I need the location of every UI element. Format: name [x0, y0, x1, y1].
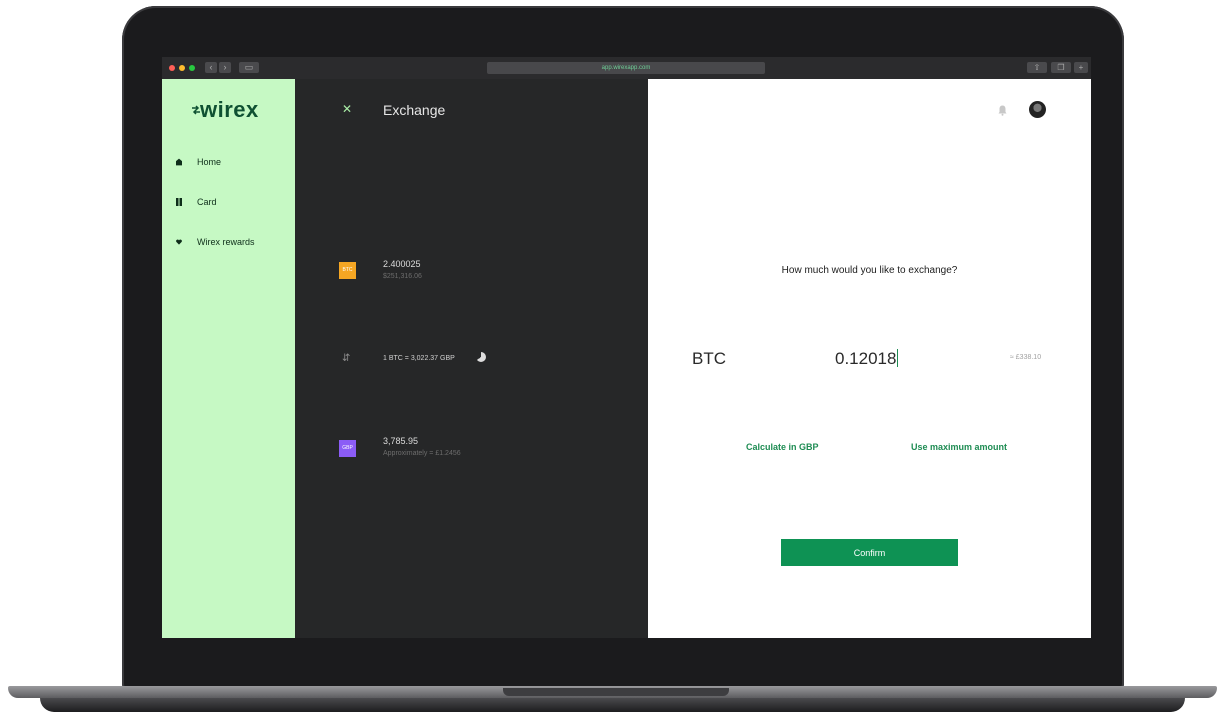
- exchange-question: How much would you like to exchange?: [781, 265, 958, 276]
- new-tab-button[interactable]: +: [1074, 62, 1088, 73]
- swap-icon[interactable]: ⇵: [342, 353, 350, 364]
- logo-arrows-icon: [192, 105, 200, 115]
- sidebar-item-label: Home: [197, 157, 222, 167]
- fiat-equivalent: ≈ £338.10: [1010, 354, 1042, 361]
- gbp-badge-label: GBP: [342, 445, 353, 451]
- avatar[interactable]: [1029, 101, 1046, 118]
- amount-value: 0.12018: [835, 349, 897, 368]
- minimize-window-button[interactable]: [179, 65, 185, 71]
- page-title: Exchange: [383, 102, 446, 118]
- laptop-hinge-notch: [503, 688, 729, 696]
- to-asset-fiat: Approximately = £1.2456: [383, 450, 461, 457]
- logo-text: wirex: [200, 97, 259, 122]
- laptop-base-bottom: [40, 698, 1185, 712]
- btc-asset-icon: BTC: [339, 262, 356, 279]
- rate-timer-icon: [476, 352, 486, 362]
- close-window-button[interactable]: [169, 65, 175, 71]
- home-icon: [176, 158, 182, 166]
- exchange-rate: 1 BTC = 3,022.37 GBP: [383, 355, 455, 362]
- currency-label[interactable]: BTC: [692, 349, 726, 369]
- sidebar-item-label: Wirex rewards: [197, 237, 255, 247]
- from-asset-fiat: $251,316.06: [383, 273, 422, 280]
- sidebar: wirex Home Card Wirex rewards: [162, 79, 295, 638]
- sidebar-item-home[interactable]: Home: [176, 155, 221, 169]
- btc-badge-label: BTC: [342, 267, 353, 273]
- to-asset-amount: 3,785.95: [383, 436, 419, 446]
- sidebar-item-rewards[interactable]: Wirex rewards: [176, 235, 255, 249]
- share-icon[interactable]: ⇧: [1027, 62, 1047, 73]
- back-button[interactable]: ‹: [205, 62, 217, 73]
- address-bar[interactable]: app.wirexapp.com: [487, 62, 765, 74]
- sidebar-toggle-icon[interactable]: ▭: [239, 62, 259, 73]
- close-icon[interactable]: ✕: [342, 102, 352, 116]
- gbp-asset-icon: GBP: [339, 440, 356, 457]
- zoom-window-button[interactable]: [189, 65, 195, 71]
- sidebar-item-card[interactable]: Card: [176, 195, 217, 209]
- text-caret: [897, 349, 899, 367]
- bell-icon[interactable]: [998, 103, 1007, 121]
- wirex-logo[interactable]: wirex: [192, 97, 259, 123]
- exchange-form: How much would you like to exchange? BTC…: [648, 79, 1091, 638]
- tabs-icon[interactable]: ❐: [1051, 62, 1071, 73]
- confirm-button[interactable]: Confirm: [781, 539, 958, 566]
- card-icon: [176, 198, 182, 206]
- browser-toolbar: ‹ › ▭ app.wirexapp.com ⇧ ❐ +: [162, 57, 1091, 80]
- forward-button[interactable]: ›: [219, 62, 231, 73]
- exchange-summary-panel: ✕ Exchange BTC 2.400025 $251,316.06 ⇵ 1 …: [295, 79, 648, 638]
- amount-input[interactable]: 0.12018: [835, 349, 899, 369]
- sidebar-item-label: Card: [197, 197, 217, 207]
- from-asset-amount: 2.400025: [383, 259, 421, 269]
- heart-icon: [176, 238, 182, 246]
- calculate-in-gbp-link[interactable]: Calculate in GBP: [746, 442, 819, 452]
- use-maximum-amount-link[interactable]: Use maximum amount: [911, 442, 1007, 452]
- laptop-screen: ‹ › ▭ app.wirexapp.com ⇧ ❐ + wirex Home …: [162, 57, 1091, 638]
